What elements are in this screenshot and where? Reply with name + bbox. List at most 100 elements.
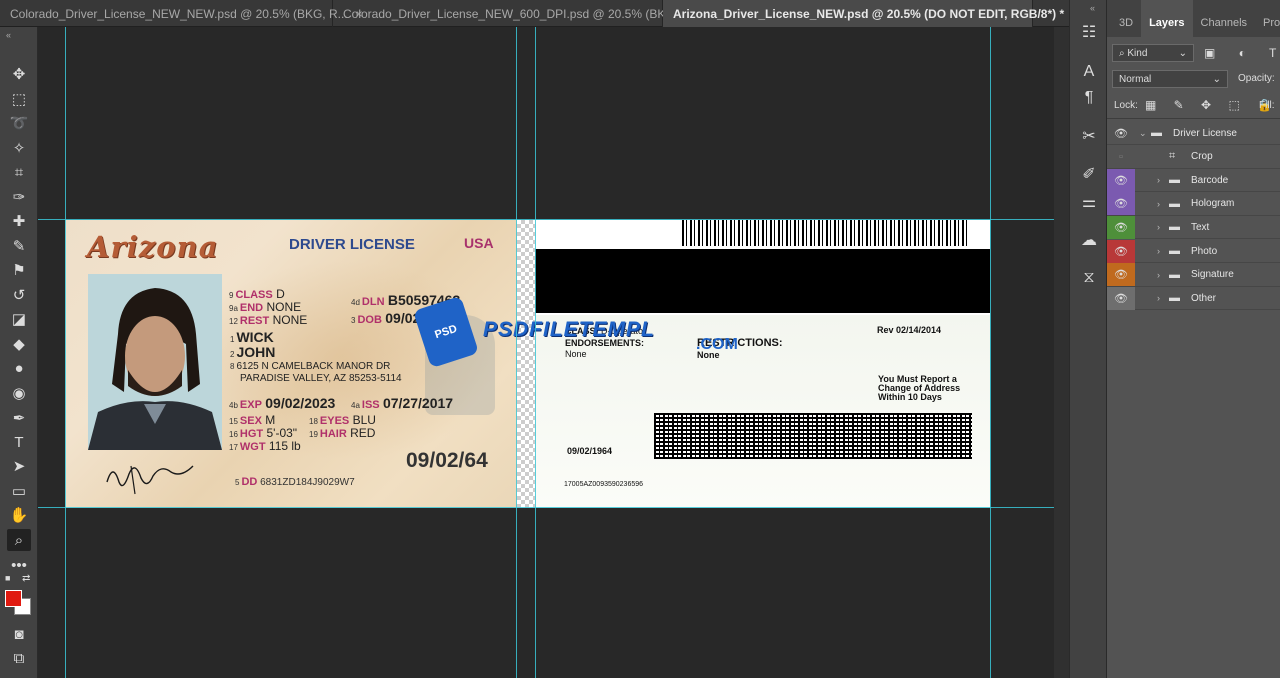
character-icon[interactable]: A xyxy=(1078,61,1100,83)
screen-mode-icon[interactable]: ⧉ xyxy=(7,647,31,669)
layer-kind-filter[interactable]: ⌕ Kind ⌄ xyxy=(1112,44,1194,62)
tools-preset-icon[interactable]: ✂ xyxy=(1078,125,1100,147)
opacity-label[interactable]: Opacity: xyxy=(1238,73,1275,84)
swap-colors-icon[interactable]: ⇄ xyxy=(22,573,30,584)
fill-label[interactable]: Fill: xyxy=(1259,100,1275,111)
dodge-tool-icon[interactable]: ◉ xyxy=(7,382,31,404)
document-tab-3[interactable]: Arizona_Driver_License_NEW.psd @ 20.5% (… xyxy=(663,0,1079,27)
guide-vertical[interactable] xyxy=(990,27,991,678)
photoshop-window: Colorado_Driver_License_NEW_NEW.psd @ 20… xyxy=(0,0,1280,678)
visibility-toggle[interactable]: ▫ xyxy=(1107,145,1135,168)
document-tab-2[interactable]: Colorado_Driver_License_NEW_600_DPI.psd … xyxy=(333,0,703,27)
license-back[interactable]: CLASS: D-Operator ENDORSEMENTS: None RES… xyxy=(535,220,990,508)
foreground-color-swatch[interactable] xyxy=(5,590,22,607)
guide-horizontal[interactable] xyxy=(38,507,1054,508)
lasso-tool-icon[interactable]: ➰ xyxy=(7,112,31,134)
layer-name: Barcode xyxy=(1191,174,1229,186)
layer-row[interactable]: 👁 › ▬ Signature xyxy=(1107,263,1280,287)
chevron-down-icon[interactable]: ⌄ xyxy=(1139,128,1151,139)
chevron-right-icon[interactable]: › xyxy=(1157,199,1169,209)
vertical-scrollbar[interactable] xyxy=(1054,27,1069,678)
document-tabbar: Colorado_Driver_License_NEW_NEW.psd @ 20… xyxy=(0,0,1079,27)
chevron-right-icon[interactable]: › xyxy=(1157,293,1169,303)
chevron-right-icon[interactable]: › xyxy=(1157,246,1169,256)
pdf417-barcode xyxy=(654,413,972,459)
chevron-right-icon[interactable]: › xyxy=(1157,270,1169,280)
class-field: 9 CLASS D xyxy=(229,287,285,301)
eye-icon[interactable]: 👁 xyxy=(1107,168,1135,192)
chevron-right-icon[interactable]: › xyxy=(1157,175,1169,185)
layer-row[interactable]: 👁 › ▬ Other xyxy=(1107,286,1280,311)
tab-layers[interactable]: Layers xyxy=(1141,0,1193,37)
eye-icon[interactable]: 👁 xyxy=(1107,239,1135,263)
layer-row[interactable]: 👁 › ▬ Text xyxy=(1107,215,1280,240)
document-tab-1[interactable]: Colorado_Driver_License_NEW_NEW.psd @ 20… xyxy=(0,0,363,27)
tab-channels[interactable]: Channels xyxy=(1193,0,1255,37)
move-tool-icon[interactable]: ✥ xyxy=(7,63,31,85)
hand-tool-icon[interactable]: ✋ xyxy=(7,504,31,526)
adjustments-icon[interactable]: ⚌ xyxy=(1078,191,1100,213)
filter-type-icons[interactable]: ▣ ◐ T ⬚ xyxy=(1204,46,1280,60)
marquee-tool-icon[interactable]: ⬚ xyxy=(7,88,31,110)
layer-name: Hologram xyxy=(1191,198,1235,210)
guide-vertical[interactable] xyxy=(516,27,517,678)
layer-row[interactable]: 👁 › ▬ Photo xyxy=(1107,239,1280,263)
chevron-down-icon: ⌄ xyxy=(1178,47,1187,59)
eye-icon[interactable]: 👁 xyxy=(1107,122,1135,145)
guide-vertical[interactable] xyxy=(65,27,66,678)
pen-tool-icon[interactable]: ✒ xyxy=(7,407,31,429)
history-brush-tool-icon[interactable]: ↺ xyxy=(7,284,31,306)
brush-settings-icon[interactable]: ✐ xyxy=(1078,163,1100,185)
state-name: Arizona xyxy=(87,230,219,264)
document-canvas[interactable]: Arizona DRIVER LICENSE USA 9 CLASS D 9a EN… xyxy=(38,27,1054,678)
document-tab-label: Colorado_Driver_License_NEW_600_DPI.psd … xyxy=(343,6,689,21)
collapse-panel-icon[interactable]: « xyxy=(6,30,11,40)
collapse-panel-icon[interactable]: « xyxy=(1090,3,1095,13)
path-selection-tool-icon[interactable]: ➤ xyxy=(7,455,31,477)
guide-vertical[interactable] xyxy=(535,27,536,678)
paint-bucket-tool-icon[interactable]: ◆ xyxy=(7,333,31,355)
license-front[interactable]: Arizona DRIVER LICENSE USA 9 CLASS D 9a EN… xyxy=(65,220,517,508)
eyedropper-tool-icon[interactable]: ✑ xyxy=(7,186,31,208)
clone-stamp-tool-icon[interactable]: ⚑ xyxy=(7,259,31,281)
rectangle-tool-icon[interactable]: ▭ xyxy=(7,480,31,502)
eraser-tool-icon[interactable]: ◪ xyxy=(7,308,31,330)
folder-icon: ▬ xyxy=(1169,221,1180,234)
magnetic-stripe xyxy=(535,249,990,313)
dob-field: 3 DOB 09/02/ xyxy=(351,310,425,326)
layer-name: Signature xyxy=(1191,269,1234,281)
eye-icon[interactable]: 👁 xyxy=(1107,286,1135,310)
paragraph-icon[interactable]: ¶ xyxy=(1078,87,1100,109)
guide-horizontal[interactable] xyxy=(38,219,1054,220)
blend-mode-select[interactable]: Normal ⌄ xyxy=(1112,70,1228,88)
layer-name: Photo xyxy=(1191,245,1218,257)
crop-tool-icon[interactable]: ⌗ xyxy=(7,161,31,183)
healing-brush-tool-icon[interactable]: ✚ xyxy=(7,210,31,232)
tools-panel: « ✥ ⬚ ➰ ✧ ⌗ ✑ ✚ ✎ ⚑ ↺ ◪ ◆ ● ◉ ✒ T ➤ ▭ ✋ ⌕ ••• ■ ⇄ ◙ ⧉ xyxy=(0,27,38,678)
libraries-icon[interactable]: ☷ xyxy=(1078,21,1100,43)
layer-row[interactable]: 👁 ⌄ ▬ Driver License xyxy=(1107,122,1280,145)
layer-row[interactable]: 👁 › ▬ Hologram xyxy=(1107,192,1280,216)
folder-icon: ▬ xyxy=(1169,174,1180,187)
first-name-field: 2 JOHN xyxy=(230,344,276,360)
tab-3d[interactable]: 3D xyxy=(1111,0,1141,37)
blur-tool-icon[interactable]: ● xyxy=(7,357,31,379)
properties-icon[interactable]: ⧖ xyxy=(1078,267,1100,289)
folder-icon: ▬ xyxy=(1169,245,1180,257)
eye-icon[interactable]: 👁 xyxy=(1107,263,1135,287)
magic-wand-tool-icon[interactable]: ✧ xyxy=(7,137,31,159)
quick-mask-icon[interactable]: ◙ xyxy=(7,623,31,645)
default-colors-icon[interactable]: ■ xyxy=(5,573,10,583)
creative-cloud-icon[interactable]: ☁ xyxy=(1078,229,1100,251)
eye-icon[interactable]: 👁 xyxy=(1107,215,1135,239)
brush-tool-icon[interactable]: ✎ xyxy=(7,235,31,257)
restrictions-field: 12 REST NONE xyxy=(229,313,308,327)
eye-icon[interactable]: 👁 xyxy=(1107,192,1135,216)
zoom-tool-icon[interactable]: ⌕ xyxy=(7,529,31,551)
country-label: USA xyxy=(464,235,494,251)
layer-row[interactable]: ▫ ⌗ Crop xyxy=(1107,146,1280,169)
type-tool-icon[interactable]: T xyxy=(7,431,31,453)
tab-properties[interactable]: Prope xyxy=(1255,0,1280,37)
chevron-right-icon[interactable]: › xyxy=(1157,222,1169,232)
layer-row[interactable]: 👁 › ▬ Barcode xyxy=(1107,168,1280,193)
